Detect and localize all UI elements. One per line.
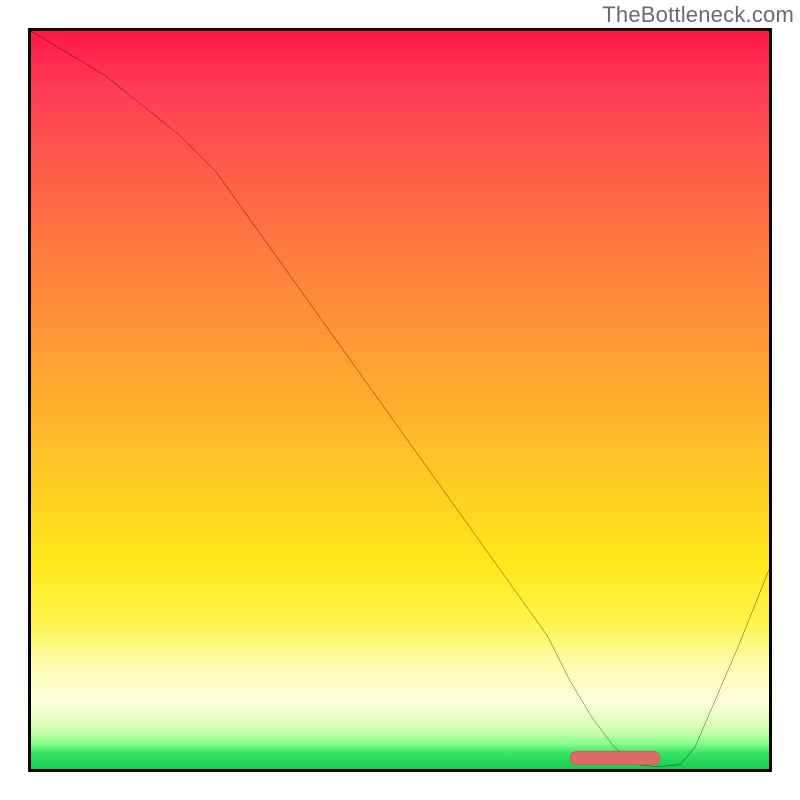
plot-area xyxy=(28,28,772,772)
curve-path xyxy=(31,31,769,767)
watermark-text: TheBottleneck.com xyxy=(602,2,794,28)
chart-container: TheBottleneck.com xyxy=(0,0,800,800)
optimal-range-marker xyxy=(570,751,661,765)
bottleneck-curve xyxy=(31,31,769,769)
